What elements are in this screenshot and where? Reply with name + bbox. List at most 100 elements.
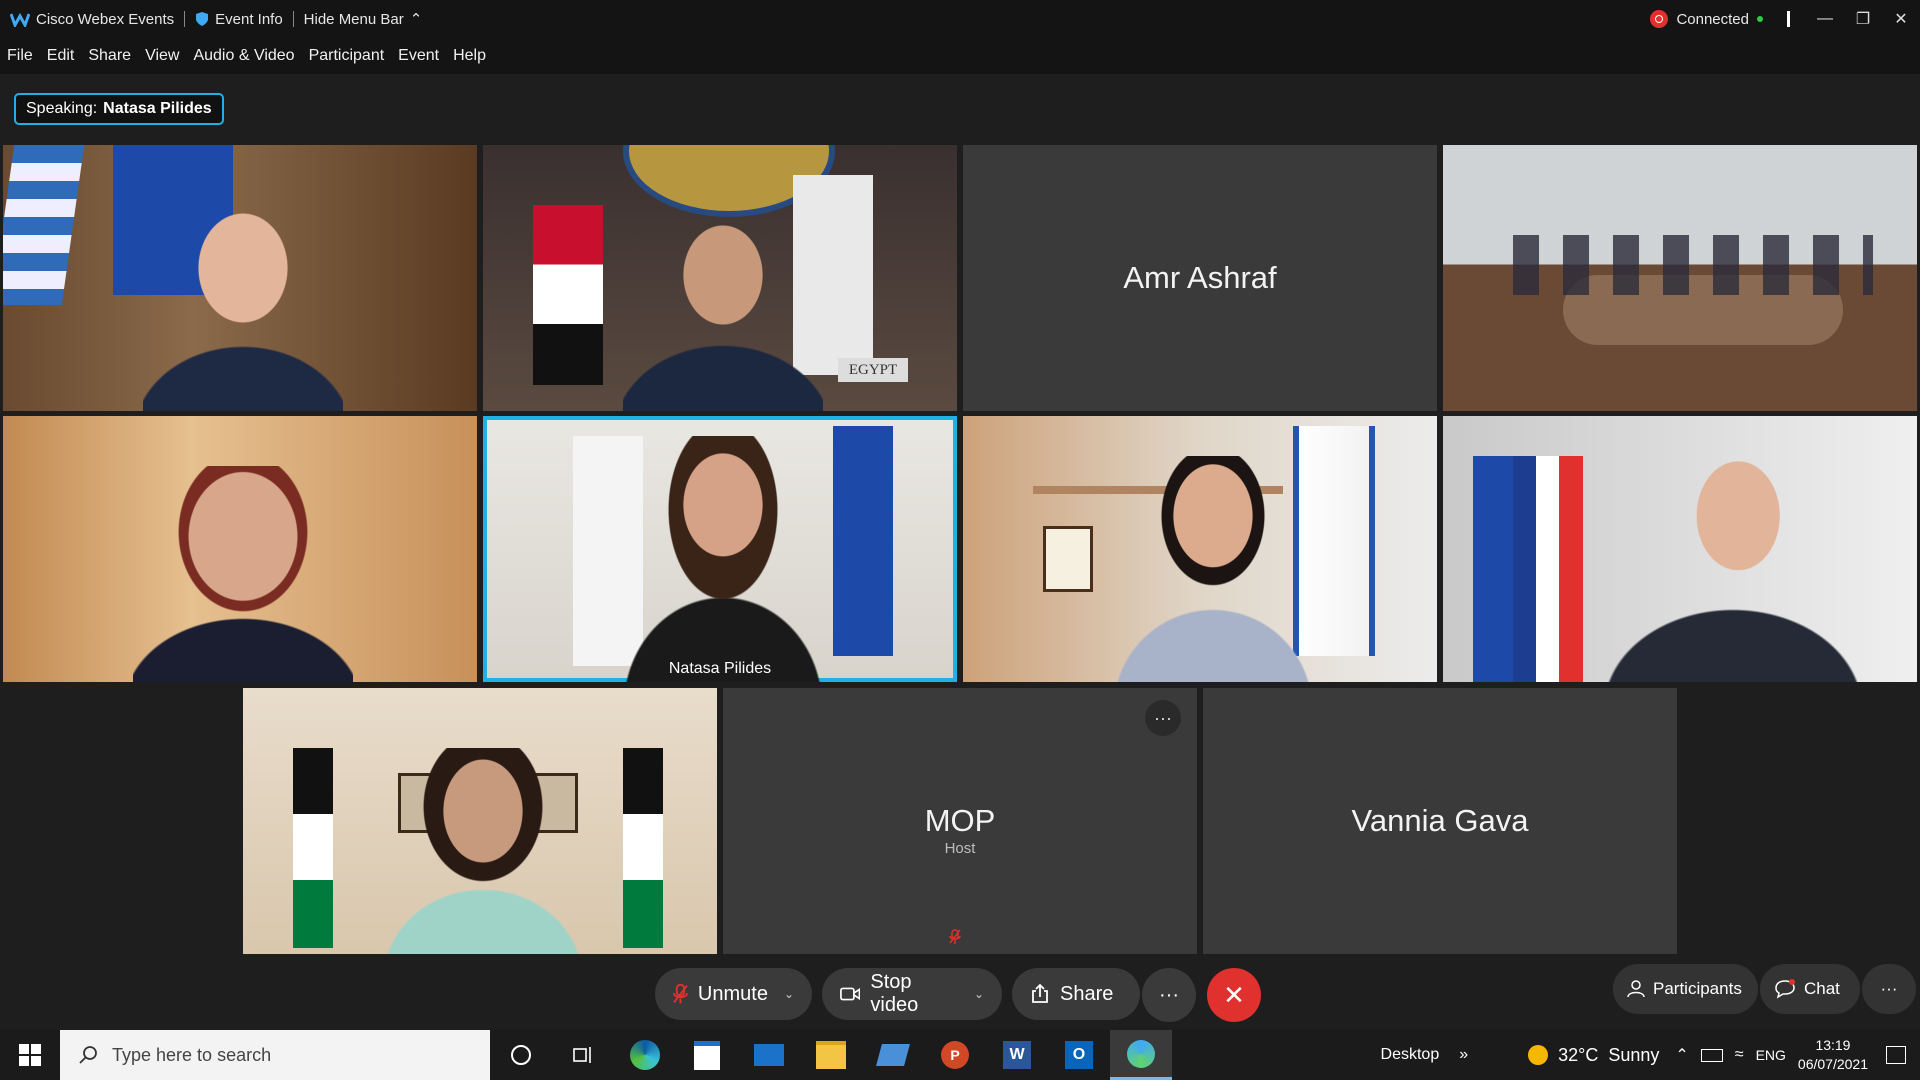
video-tile-greek-minister[interactable] bbox=[3, 145, 477, 411]
video-tile-natasa-pilides[interactable]: Natasa Pilides bbox=[483, 416, 957, 682]
weather-text[interactable]: 32°C Sunny bbox=[1558, 1045, 1659, 1066]
unmute-label: Unmute bbox=[697, 982, 768, 1005]
tile-more-options-button[interactable]: ··· bbox=[1145, 700, 1181, 736]
weather-sun-icon bbox=[1528, 1045, 1549, 1065]
participant-silhouette bbox=[143, 205, 343, 411]
video-tile-amr-ashraf[interactable]: Amr Ashraf bbox=[963, 145, 1437, 411]
flag-eu bbox=[833, 426, 893, 656]
stop-video-button[interactable]: Stop video ⌄ bbox=[822, 968, 1002, 1020]
share-button[interactable]: Share bbox=[1012, 968, 1140, 1020]
title-bar: Cisco Webex Events Event Info Hide Menu … bbox=[0, 0, 1920, 38]
chevron-down-icon[interactable]: ⌄ bbox=[784, 987, 794, 1001]
video-tile-mop[interactable]: ··· MOP Host bbox=[723, 688, 1197, 954]
connection-status: Connected bbox=[1676, 10, 1749, 28]
video-tile-vannia-gava[interactable]: Vannia Gava bbox=[1203, 688, 1677, 954]
video-tile-israel-minister[interactable] bbox=[963, 416, 1437, 682]
person-icon bbox=[1627, 980, 1645, 998]
menu-event[interactable]: Event bbox=[391, 47, 446, 65]
active-speaker-badge: Speaking: Natasa Pilides bbox=[14, 93, 224, 125]
participants-button[interactable]: Participants bbox=[1613, 964, 1758, 1014]
webex-taskbar-icon[interactable] bbox=[1110, 1030, 1172, 1080]
chevron-up-icon[interactable]: ⌃ bbox=[1675, 1045, 1688, 1065]
close-window-button[interactable]: ✕ bbox=[1882, 0, 1920, 38]
notifications-icon[interactable] bbox=[1886, 1046, 1906, 1064]
chat-label: Chat bbox=[1804, 979, 1840, 998]
event-info-button[interactable]: Event Info bbox=[185, 11, 293, 28]
participant-silhouette bbox=[383, 748, 583, 954]
mail-icon[interactable] bbox=[738, 1030, 800, 1080]
participant-name: Natasa Pilides bbox=[668, 660, 772, 677]
task-view-icon[interactable] bbox=[552, 1030, 614, 1080]
participant-silhouette bbox=[1113, 456, 1313, 682]
share-icon bbox=[1032, 984, 1048, 1003]
video-tile-jordan-minister[interactable] bbox=[243, 688, 717, 954]
minimize-button[interactable]: — bbox=[1806, 0, 1844, 38]
chat-bubble-icon bbox=[1775, 979, 1795, 999]
participants-group bbox=[1513, 235, 1873, 295]
menu-edit[interactable]: Edit bbox=[40, 47, 82, 65]
chat-button[interactable]: Chat bbox=[1760, 964, 1860, 1014]
menu-view[interactable]: View bbox=[138, 47, 186, 65]
search-icon bbox=[79, 1046, 97, 1064]
battery-icon[interactable] bbox=[1700, 1048, 1723, 1062]
hide-menu-bar-button[interactable]: Hide Menu Bar ⌃ bbox=[294, 10, 433, 29]
speaking-label: Speaking: bbox=[26, 100, 98, 117]
app-name: Cisco Webex Events bbox=[36, 10, 175, 28]
panel-more-button[interactable]: ··· bbox=[1862, 964, 1916, 1014]
participant-name: Amr Ashraf bbox=[1123, 260, 1277, 295]
chevron-right-icon[interactable]: » bbox=[1459, 1046, 1468, 1064]
flag-jordan-1 bbox=[293, 748, 333, 948]
webex-logo-icon bbox=[10, 12, 30, 27]
video-tile-conference-room[interactable] bbox=[1443, 145, 1917, 411]
participant-silhouette bbox=[1603, 456, 1863, 682]
outlook-icon[interactable]: O bbox=[1048, 1030, 1110, 1080]
file-explorer-icon[interactable] bbox=[800, 1030, 862, 1080]
share-label: Share bbox=[1060, 982, 1114, 1005]
menu-bar: File Edit Share View Audio & Video Parti… bbox=[0, 38, 1920, 74]
egypt-name-sign: EGYPT bbox=[838, 358, 908, 382]
flag-jordan-2 bbox=[623, 748, 663, 948]
menu-help[interactable]: Help bbox=[446, 47, 493, 65]
unmute-button[interactable]: Unmute ⌄ bbox=[655, 968, 812, 1020]
record-icon bbox=[1650, 10, 1669, 28]
divider bbox=[1787, 11, 1790, 27]
muted-mic-icon bbox=[949, 929, 961, 948]
participant-role: Host bbox=[944, 840, 976, 857]
more-options-button[interactable]: ··· bbox=[1142, 968, 1196, 1022]
menu-participant[interactable]: Participant bbox=[302, 47, 392, 65]
windows-start-button[interactable] bbox=[0, 1030, 60, 1080]
framed-certificate bbox=[1043, 526, 1093, 592]
store-icon[interactable] bbox=[676, 1030, 738, 1080]
menu-share[interactable]: Share bbox=[81, 47, 138, 65]
desktop-app-icon[interactable] bbox=[862, 1030, 924, 1080]
powerpoint-icon[interactable]: P bbox=[924, 1030, 986, 1080]
chevron-down-icon[interactable]: ⌄ bbox=[974, 987, 984, 1001]
clock[interactable]: 13:19 06/07/2021 bbox=[1786, 1036, 1880, 1074]
taskbar-search-box[interactable]: Type here to search bbox=[60, 1030, 490, 1080]
speaking-name: Natasa Pilides bbox=[103, 100, 212, 117]
language-indicator[interactable]: ENG bbox=[1756, 1047, 1786, 1063]
clock-time: 13:19 bbox=[1815, 1037, 1851, 1053]
desktop-toolbar[interactable]: Desktop bbox=[1381, 1046, 1440, 1064]
participant-name: MOP bbox=[924, 803, 996, 838]
menu-file[interactable]: File bbox=[0, 47, 40, 65]
cortana-icon[interactable] bbox=[490, 1030, 552, 1080]
video-camera-icon bbox=[840, 987, 861, 1001]
video-tile-woman-glasses[interactable] bbox=[3, 416, 477, 682]
shield-icon bbox=[196, 12, 209, 26]
chevron-up-icon: ⌃ bbox=[409, 11, 423, 28]
word-icon[interactable]: W bbox=[986, 1030, 1048, 1080]
edge-browser-icon[interactable] bbox=[614, 1030, 676, 1080]
system-tray: Desktop » 32°C Sunny ⌃ ≈ ENG 13:19 06/07… bbox=[1381, 1030, 1920, 1080]
flag-egypt-1 bbox=[533, 205, 603, 385]
end-call-button[interactable]: ✕ bbox=[1207, 968, 1261, 1022]
event-info-label: Event Info bbox=[215, 10, 283, 28]
participants-label: Participants bbox=[1653, 979, 1742, 998]
video-tile-france-minister[interactable] bbox=[1443, 416, 1917, 682]
video-tile-egypt-minister[interactable]: EGYPT bbox=[483, 145, 957, 411]
restore-button[interactable]: ❐ bbox=[1844, 0, 1882, 38]
menu-audio-video[interactable]: Audio & Video bbox=[186, 47, 301, 65]
app-title: Cisco Webex Events bbox=[0, 11, 184, 28]
connection-indicator-icon bbox=[1757, 16, 1763, 22]
wifi-icon[interactable]: ≈ bbox=[1735, 1046, 1744, 1064]
